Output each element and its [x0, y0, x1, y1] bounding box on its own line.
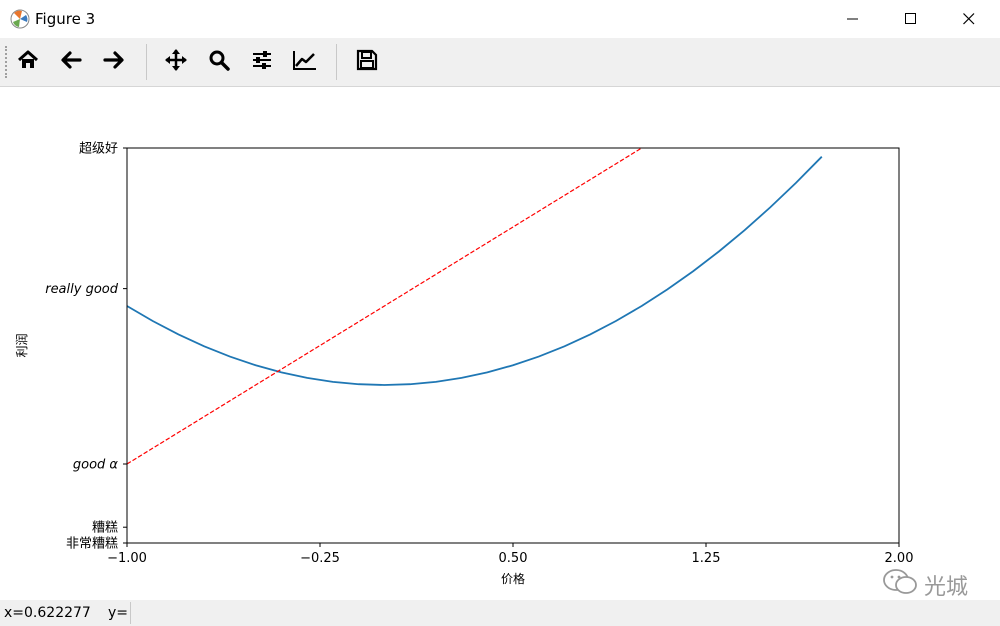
y-tick-label: 糟糕 [92, 521, 118, 536]
navigation-toolbar [0, 38, 1000, 87]
toolbar-separator [336, 44, 337, 80]
axes-frame [126, 147, 900, 544]
chart-line-icon [292, 49, 318, 75]
move-icon [164, 48, 188, 76]
minimize-icon [847, 10, 859, 29]
close-icon [963, 10, 975, 29]
status-separator [130, 602, 131, 624]
home-button[interactable] [9, 43, 47, 81]
x-tick-label: −0.25 [300, 551, 340, 566]
edit-axes-button[interactable] [286, 43, 324, 81]
sliders-icon [251, 49, 273, 75]
x-tick-label: 0.50 [499, 551, 528, 566]
title-bar: Figure 3 [0, 0, 1000, 38]
figure-canvas[interactable]: −1.00 −0.25 0.50 1.25 2.00 非常糟糕 糟糕 good α really… [0, 87, 1000, 600]
x-tick-label: −1.00 [107, 551, 147, 566]
y-axis-label: 利润 [15, 333, 29, 357]
back-button[interactable] [52, 43, 90, 81]
home-icon [17, 49, 39, 75]
maximize-button[interactable] [882, 0, 940, 38]
pan-button[interactable] [157, 43, 195, 81]
chart[interactable]: −1.00 −0.25 0.50 1.25 2.00 非常糟糕糟糕 good α really… [0, 87, 1000, 600]
watermark: 光城 [882, 568, 968, 602]
forward-button[interactable] [95, 43, 133, 81]
y-tick-label: 超级好 [79, 142, 118, 157]
matplotlib-app-icon [10, 9, 30, 29]
zoom-button[interactable] [200, 43, 238, 81]
y-tick-label: 非常糟糕 [66, 537, 118, 552]
wechat-icon [882, 568, 918, 602]
status-bar: x=0.622277 y= [0, 600, 1000, 626]
maximize-icon [905, 10, 917, 29]
y-tick-label: good α [73, 458, 119, 473]
toolbar-separator [146, 44, 147, 80]
status-y-readout: y= [108, 605, 129, 621]
series-line-dashed [127, 148, 642, 465]
save-button[interactable] [348, 43, 386, 81]
arrow-right-icon [103, 49, 125, 75]
close-button[interactable] [940, 0, 998, 38]
y-tick-label: really good [45, 282, 119, 297]
x-axis-label: 价格 [501, 571, 525, 586]
floppy-disk-icon [356, 49, 378, 75]
watermark-text: 光城 [923, 575, 968, 600]
window-title: Figure 3 [35, 10, 96, 28]
configure-subplots-button[interactable] [243, 43, 281, 81]
arrow-left-icon [60, 49, 82, 75]
x-tick-label: 2.00 [885, 551, 914, 566]
status-x-readout: x=0.622277 [4, 605, 91, 621]
series-line-solid [127, 156, 823, 386]
minimize-button[interactable] [824, 0, 882, 38]
magnifier-icon [208, 49, 230, 75]
x-tick-label: 1.25 [692, 551, 721, 566]
